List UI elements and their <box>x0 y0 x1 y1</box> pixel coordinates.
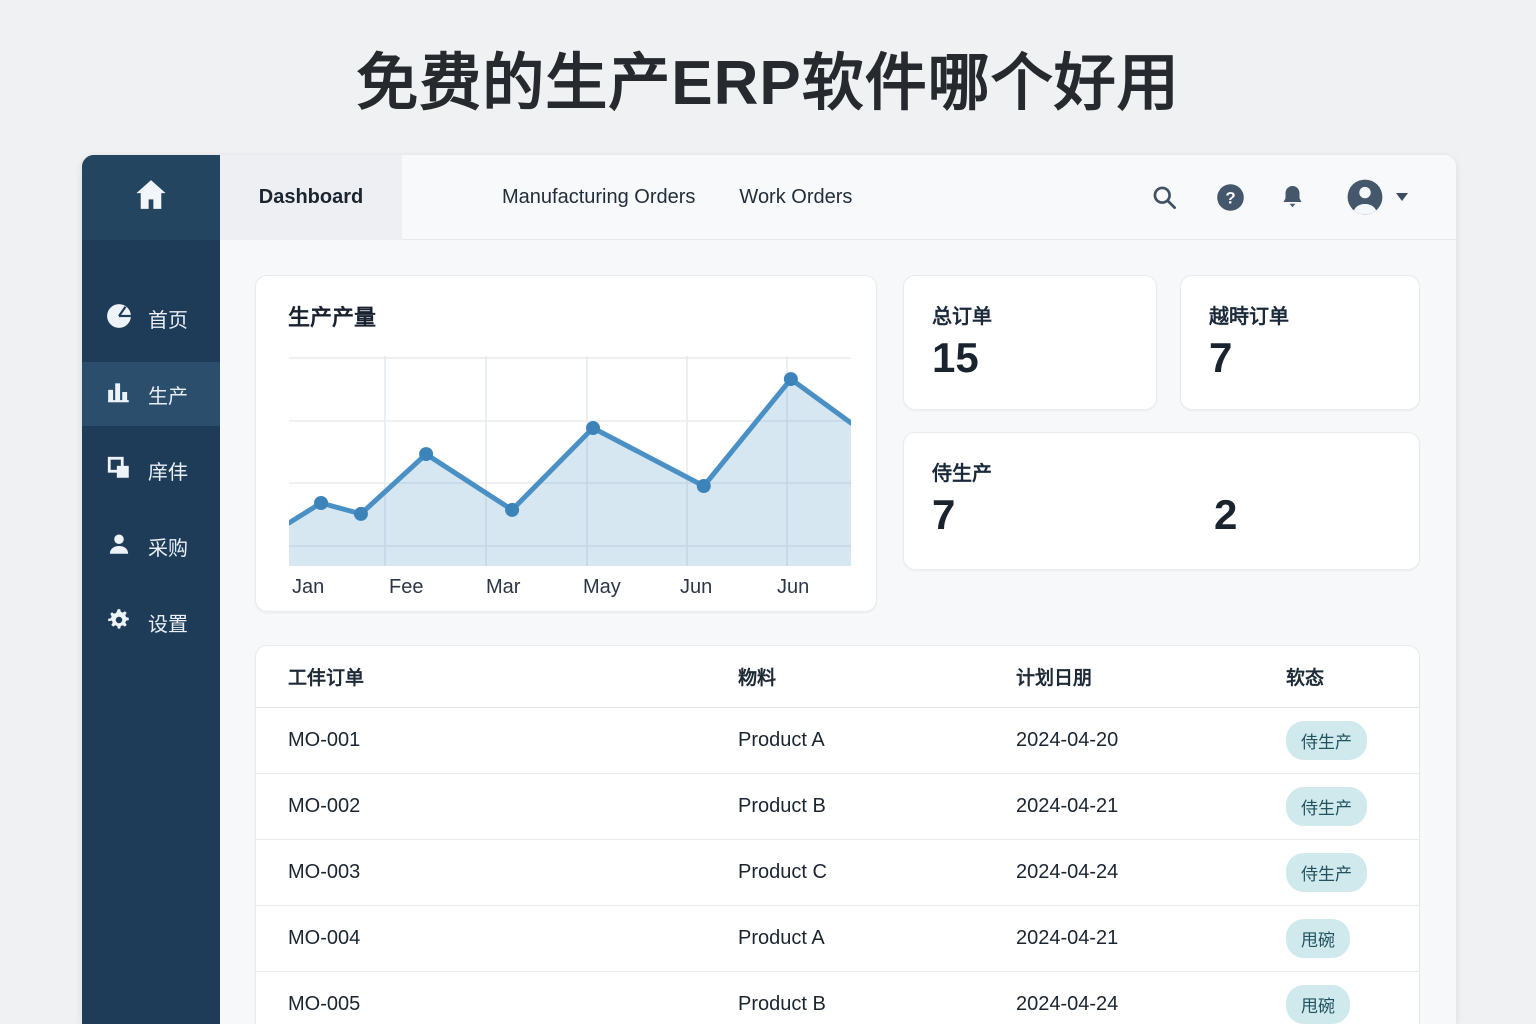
column-header-status: 软态 <box>1286 668 1325 689</box>
data-point-marker <box>783 372 798 387</box>
svg-text:?: ? <box>1225 188 1235 207</box>
stat-value-secondary: 2 <box>1214 491 1238 538</box>
sidebar-item-settings[interactable]: 设置 <box>82 590 220 654</box>
area-chart <box>286 356 854 566</box>
page-title: 免费的生产ERP软件哪个好用 <box>356 49 1180 118</box>
order-id-cell: MO-003 <box>288 861 361 883</box>
status-badge: 侍生产 <box>1286 787 1367 826</box>
sidebar-home-button[interactable] <box>82 155 220 240</box>
table-header-row: 工仹订单 粅料 计划日朋 软态 <box>256 646 1419 708</box>
sidebar: 首页 生产 庠仹 采购 设置 <box>82 155 220 1024</box>
order-id-cell: MO-005 <box>288 993 361 1015</box>
data-point-marker <box>586 421 601 436</box>
inventory-box-icon <box>106 455 132 486</box>
sidebar-item-home[interactable]: 首页 <box>82 286 220 350</box>
caret-down-icon[interactable] <box>1396 193 1408 201</box>
status-badge: 甩碗 <box>1286 985 1350 1024</box>
data-point-marker <box>505 502 520 517</box>
product-cell: Product B <box>738 993 826 1015</box>
stat-label: 总订单 <box>932 306 992 328</box>
planned-date-cell: 2024-04-21 <box>1016 927 1119 949</box>
table-row[interactable]: MO-004 Product A 2024-04-21 甩碗 <box>256 906 1419 972</box>
planned-date-cell: 2024-04-24 <box>1016 993 1119 1015</box>
column-header-date: 计划日朋 <box>1016 668 1093 689</box>
x-axis-tick-label: Jan <box>292 576 325 598</box>
data-point-marker <box>314 496 329 510</box>
person-icon <box>106 531 132 562</box>
status-cell: 甩碗 <box>1286 919 1419 958</box>
top-navbar: Dashboard Manufacturing Orders Work Orde… <box>220 155 1456 240</box>
home-icon <box>132 176 170 219</box>
product-cell: Product B <box>738 795 826 817</box>
search-icon[interactable] <box>1151 184 1178 211</box>
status-cell: 侍生产 <box>1286 721 1419 760</box>
sidebar-item-label: 采购 <box>148 537 188 560</box>
stat-card-overdue-orders: 越時订单 7 <box>1180 275 1420 410</box>
main-content: 生产产量 Jan Fee Mar May Jun Jun 总订单 15 越時订单 7 侍生… <box>220 240 1456 1024</box>
table-body: MO-001 Product A 2024-04-20 侍生产 MO-002 Produc… <box>256 708 1419 1024</box>
table-row[interactable]: MO-001 Product A 2024-04-20 侍生产 <box>256 708 1419 774</box>
sidebar-item-label: 庠仹 <box>148 461 188 484</box>
status-badge: 侍生产 <box>1286 721 1367 760</box>
help-icon[interactable]: ? <box>1216 183 1245 212</box>
gear-icon <box>106 607 132 638</box>
status-cell: 甩碗 <box>1286 985 1419 1024</box>
header-actions: ? <box>1151 178 1456 216</box>
chart-title: 生产产量 <box>288 305 377 330</box>
planned-date-cell: 2024-04-24 <box>1016 861 1119 883</box>
sidebar-menu: 首页 生产 庠仹 采购 设置 <box>82 286 220 654</box>
sidebar-item-procurement[interactable]: 采购 <box>82 514 220 578</box>
stat-value: 7 <box>1209 334 1233 381</box>
x-axis-tick-label: May <box>583 576 621 598</box>
product-cell: Product C <box>738 861 827 883</box>
chart-x-axis-labels: Jan Fee Mar May Jun Jun <box>292 576 874 599</box>
sidebar-item-label: 生产 <box>148 385 188 408</box>
product-cell: Product A <box>738 729 825 751</box>
order-id-cell: MO-001 <box>288 729 361 751</box>
order-id-cell: MO-004 <box>288 927 361 949</box>
bar-chart-icon <box>106 379 132 410</box>
stat-card-pending-production: 侍生产 7 2 <box>903 432 1420 570</box>
pie-chart-icon <box>106 303 132 334</box>
work-orders-table-card: 工仹订单 粅料 计划日朋 软态 MO-001 Product A 2024-04-2… <box>255 645 1420 1024</box>
x-axis-tick-label: Fee <box>389 576 424 598</box>
column-header-material: 粅料 <box>738 668 777 689</box>
table-row[interactable]: MO-002 Product B 2024-04-21 侍生产 <box>256 774 1419 840</box>
table-row[interactable]: MO-005 Product B 2024-04-24 甩碗 <box>256 972 1419 1024</box>
status-cell: 侍生产 <box>1286 787 1419 826</box>
production-output-chart-card: 生产产量 Jan Fee Mar May Jun Jun <box>255 275 877 612</box>
user-avatar-icon[interactable] <box>1346 178 1384 216</box>
planned-date-cell: 2024-04-20 <box>1016 729 1119 751</box>
sidebar-item-label: 首页 <box>148 309 188 332</box>
product-cell: Product A <box>738 927 825 949</box>
data-point-marker <box>696 478 711 493</box>
x-axis-tick-label: Jun <box>777 576 810 598</box>
table-row[interactable]: MO-003 Product C 2024-04-24 侍生产 <box>256 840 1419 906</box>
stat-label: 越時订单 <box>1209 306 1289 328</box>
sidebar-item-label: 设置 <box>148 613 188 636</box>
stat-label: 侍生产 <box>932 463 992 485</box>
app-window: 首页 生产 庠仹 采购 设置 Dashboard Manufacturing O… <box>82 155 1456 1024</box>
tab-work-orders[interactable]: Work Orders <box>739 186 852 209</box>
sidebar-item-production[interactable]: 生产 <box>82 362 220 426</box>
tab-dashboard[interactable]: Dashboard <box>220 155 402 240</box>
data-point-marker <box>353 506 368 521</box>
data-point-marker <box>419 447 434 462</box>
notifications-icon[interactable] <box>1279 184 1306 211</box>
stat-value: 7 <box>932 491 956 538</box>
order-id-cell: MO-002 <box>288 795 361 817</box>
x-axis-tick-label: Mar <box>486 576 521 598</box>
status-badge: 侍生产 <box>1286 853 1367 892</box>
tab-manufacturing-orders[interactable]: Manufacturing Orders <box>502 186 695 209</box>
stat-value: 15 <box>932 334 979 381</box>
x-axis-tick-label: Jun <box>680 576 713 598</box>
stat-card-total-orders: 总订单 15 <box>903 275 1157 410</box>
column-header-order: 工仹订单 <box>288 668 365 689</box>
planned-date-cell: 2024-04-21 <box>1016 795 1119 817</box>
status-badge: 甩碗 <box>1286 919 1350 958</box>
sidebar-item-inventory[interactable]: 庠仹 <box>82 438 220 502</box>
status-cell: 侍生产 <box>1286 853 1419 892</box>
